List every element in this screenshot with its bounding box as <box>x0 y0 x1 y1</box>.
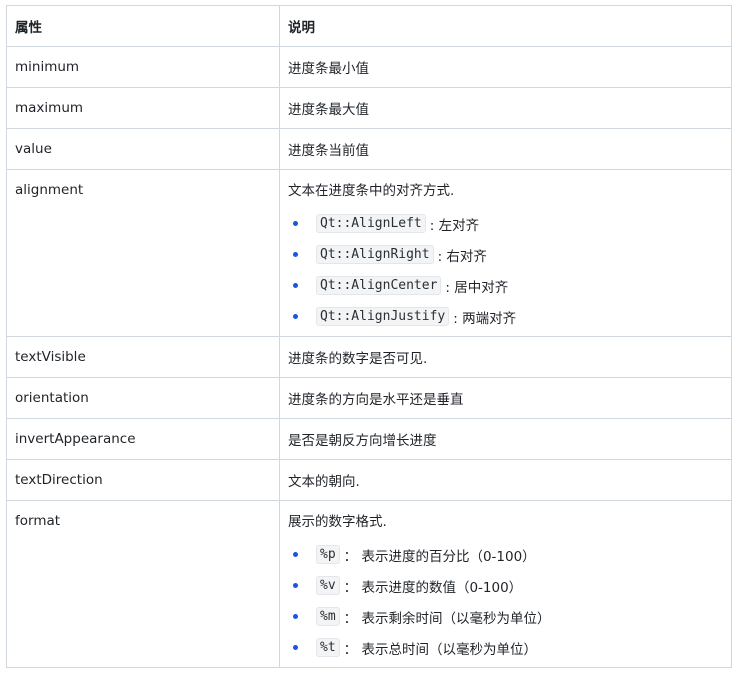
bullet-icon <box>293 645 298 650</box>
option-text: ： 表示进度的百分比（0-100） <box>343 548 536 565</box>
option-list: Qt::AlignLeft : 左对齐 Qt::AlignRight : 右对齐… <box>288 208 723 332</box>
option-text: : 右对齐 <box>437 248 487 265</box>
properties-table: 属性 说明 minimum 进度条最小值 maximum 进度条最大值 valu… <box>6 5 732 668</box>
property-name: invertAppearance <box>6 418 280 460</box>
bullet-icon <box>293 614 298 619</box>
table-row: value 进度条当前值 <box>6 128 732 170</box>
table-row: maximum 进度条最大值 <box>6 87 732 129</box>
option-code: Qt::AlignRight <box>316 245 434 264</box>
bullet-icon <box>293 552 298 557</box>
list-item: Qt::AlignLeft : 左对齐 <box>288 208 723 239</box>
property-name: format <box>6 500 280 668</box>
property-description: 进度条的数字是否可见. <box>279 336 732 378</box>
list-item: Qt::AlignCenter : 居中对齐 <box>288 270 723 301</box>
table-row: textDirection 文本的朝向. <box>6 459 732 501</box>
header-description: 说明 <box>279 5 732 47</box>
bullet-icon <box>293 583 298 588</box>
option-text: : 左对齐 <box>429 217 480 234</box>
table-row: textVisible 进度条的数字是否可见. <box>6 336 732 378</box>
option-code: Qt::AlignJustify <box>316 307 450 326</box>
option-code: %v <box>316 576 340 595</box>
property-description: 文本在进度条中的对齐方式. <box>288 183 455 199</box>
property-description: 进度条最大值 <box>279 87 732 129</box>
list-item: %t ： 表示总时间（以毫秒为单位） <box>288 632 723 663</box>
option-code: Qt::AlignLeft <box>316 214 426 233</box>
list-item: Qt::AlignJustify : 两端对齐 <box>288 301 723 332</box>
list-item: %p ： 表示进度的百分比（0-100） <box>288 539 723 570</box>
bullet-icon <box>293 221 298 226</box>
property-name: alignment <box>6 169 280 337</box>
bullet-icon <box>293 252 298 257</box>
property-name: value <box>6 128 280 170</box>
table-row: orientation 进度条的方向是水平还是垂直 <box>6 377 732 419</box>
header-property: 属性 <box>6 5 280 47</box>
option-text: ： 表示剩余时间（以毫秒为单位） <box>343 610 551 627</box>
option-list: %p ： 表示进度的百分比（0-100） %v ： 表示进度的数值（0-100）… <box>288 539 723 663</box>
property-description: 是否是朝反方向增长进度 <box>279 418 732 460</box>
table-row: alignment 文本在进度条中的对齐方式. Qt::AlignLeft : … <box>6 169 732 337</box>
list-item: Qt::AlignRight : 右对齐 <box>288 239 723 270</box>
property-description: 进度条的方向是水平还是垂直 <box>279 377 732 419</box>
option-text: ： 表示总时间（以毫秒为单位） <box>343 641 537 658</box>
list-item: %v ： 表示进度的数值（0-100） <box>288 570 723 601</box>
property-name: textDirection <box>6 459 280 501</box>
property-description: 进度条最小值 <box>279 46 732 88</box>
option-text: ： 表示进度的数值（0-100） <box>343 579 523 596</box>
table-row: format 展示的数字格式. %p ： 表示进度的百分比（0-100） %v … <box>6 500 732 668</box>
property-description: 进度条当前值 <box>279 128 732 170</box>
option-code: %m <box>316 607 340 626</box>
bullet-icon <box>293 314 298 319</box>
table-row: invertAppearance 是否是朝反方向增长进度 <box>6 418 732 460</box>
option-code: Qt::AlignCenter <box>316 276 442 295</box>
table-row: minimum 进度条最小值 <box>6 46 732 88</box>
property-name: maximum <box>6 87 280 129</box>
property-name: orientation <box>6 377 280 419</box>
property-description: 展示的数字格式. <box>288 514 387 530</box>
table-header-row: 属性 说明 <box>6 5 732 47</box>
option-text: : 两端对齐 <box>453 310 517 327</box>
option-text: : 居中对齐 <box>445 279 509 296</box>
list-item: %m ： 表示剩余时间（以毫秒为单位） <box>288 601 723 632</box>
bullet-icon <box>293 283 298 288</box>
option-code: %p <box>316 545 340 564</box>
property-description-cell: 文本在进度条中的对齐方式. Qt::AlignLeft : 左对齐 Qt::Al… <box>279 169 732 337</box>
property-description-cell: 展示的数字格式. %p ： 表示进度的百分比（0-100） %v ： 表示进度的… <box>279 500 732 668</box>
option-code: %t <box>316 638 340 657</box>
property-name: textVisible <box>6 336 280 378</box>
property-description: 文本的朝向. <box>279 459 732 501</box>
property-name: minimum <box>6 46 280 88</box>
